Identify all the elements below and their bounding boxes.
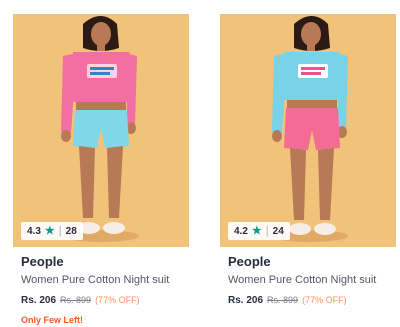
product-grid: 4.3 ★ | 28 People Women Pure Cotton Nigh… [0,0,400,327]
model-illustration [13,14,189,247]
rating-value: 4.2 [234,225,248,237]
rating-count: 28 [65,225,77,237]
stock-note: Only Few Left! [21,315,84,325]
product-card[interactable]: 4.3 ★ | 28 People Women Pure Cotton Nigh… [13,14,189,327]
rating-count: 24 [272,225,284,237]
price-row: Rs. 206 Rs. 899 (77% OFF) [21,295,140,306]
discount-percentage: (77% OFF) [95,295,140,305]
rating-separator: | [58,224,62,237]
discounted-price: Rs. 206 [228,295,264,306]
product-brand: People [21,254,64,269]
product-card[interactable]: 4.2 ★ | 24 People Women Pure Cotton Nigh… [220,14,396,327]
original-price: Rs. 899 [267,295,299,305]
discount-percentage: (77% OFF) [302,295,347,305]
original-price: Rs. 899 [60,295,92,305]
price-row: Rs. 206 Rs. 899 (77% OFF) [228,295,347,306]
model-illustration [220,14,396,247]
star-icon: ★ [251,224,262,237]
star-icon: ★ [44,224,55,237]
product-title: Women Pure Cotton Night suit [228,274,377,286]
discounted-price: Rs. 206 [21,295,57,306]
rating-value: 4.3 [27,225,41,237]
product-brand: People [228,254,271,269]
rating-separator: | [265,224,269,237]
product-title: Women Pure Cotton Night suit [21,274,170,286]
product-image[interactable]: 4.3 ★ | 28 [13,14,189,247]
product-image[interactable]: 4.2 ★ | 24 [220,14,396,247]
rating-badge: 4.2 ★ | 24 [228,222,290,240]
rating-badge: 4.3 ★ | 28 [21,222,83,240]
